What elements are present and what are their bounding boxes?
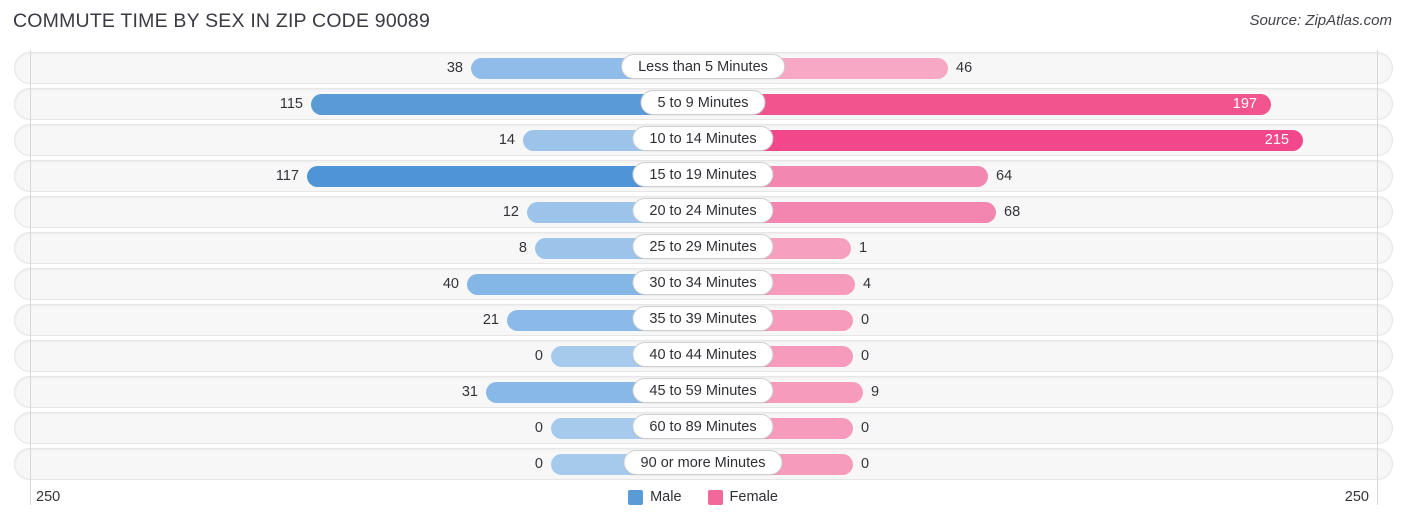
category-label: 90 or more Minutes xyxy=(623,450,783,475)
bar-female xyxy=(703,130,1303,151)
category-label: 60 to 89 Minutes xyxy=(632,414,774,439)
value-male: 38 xyxy=(446,60,463,76)
category-label: 35 to 39 Minutes xyxy=(632,306,774,331)
chart-footer: 250 250 Male Female xyxy=(0,486,1406,523)
value-female: 0 xyxy=(861,348,870,364)
category-label: 30 to 34 Minutes xyxy=(632,270,774,295)
chart-plot-area: 38 46 Less than 5 Minutes 115 197 5 to 9 Minu… xyxy=(0,50,1406,486)
bar-female xyxy=(703,94,1271,115)
value-female: 64 xyxy=(996,168,1013,184)
chart-rows: 38 46 Less than 5 Minutes 115 197 5 to 9 Minu… xyxy=(0,50,1406,482)
table-row: 31 9 45 to 59 Minutes xyxy=(0,374,1406,410)
axis-line-left xyxy=(30,50,31,486)
category-label: Less than 5 Minutes xyxy=(621,54,785,79)
legend-item-female[interactable]: Female xyxy=(707,489,778,505)
page-title: COMMUTE TIME BY SEX IN ZIP CODE 90089 xyxy=(13,10,431,32)
category-label: 5 to 9 Minutes xyxy=(640,90,766,115)
value-female: 0 xyxy=(861,312,870,328)
table-row: 0 0 40 to 44 Minutes xyxy=(0,338,1406,374)
value-female: 197 xyxy=(1232,96,1257,112)
table-row: 115 197 5 to 9 Minutes xyxy=(0,86,1406,122)
legend-swatch-icon xyxy=(628,489,644,505)
value-female: 68 xyxy=(1004,204,1021,220)
value-male: 0 xyxy=(534,348,543,364)
value-male: 0 xyxy=(534,420,543,436)
value-female: 215 xyxy=(1264,132,1289,148)
value-male: 31 xyxy=(461,384,478,400)
source-attribution: Source: ZipAtlas.com xyxy=(1249,12,1392,29)
table-row: 8 1 25 to 29 Minutes xyxy=(0,230,1406,266)
table-row: 14 215 10 to 14 Minutes xyxy=(0,122,1406,158)
value-male: 8 xyxy=(518,240,527,256)
value-male: 0 xyxy=(534,456,543,472)
table-row: 0 0 90 or more Minutes xyxy=(0,446,1406,482)
value-male: 12 xyxy=(502,204,519,220)
chart-legend: Male Female xyxy=(0,489,1406,505)
table-row: 117 64 15 to 19 Minutes xyxy=(0,158,1406,194)
value-female: 46 xyxy=(956,60,973,76)
table-row: 40 4 30 to 34 Minutes xyxy=(0,266,1406,302)
legend-label: Female xyxy=(729,489,778,505)
value-female: 4 xyxy=(863,276,872,292)
category-label: 45 to 59 Minutes xyxy=(632,378,774,403)
legend-swatch-icon xyxy=(707,489,723,505)
value-female: 0 xyxy=(861,456,870,472)
table-row: 38 46 Less than 5 Minutes xyxy=(0,50,1406,86)
axis-line-right xyxy=(1377,50,1378,486)
value-female: 9 xyxy=(871,384,880,400)
table-row: 0 0 60 to 89 Minutes xyxy=(0,410,1406,446)
value-male: 40 xyxy=(442,276,459,292)
value-male: 14 xyxy=(498,132,515,148)
category-label: 25 to 29 Minutes xyxy=(632,234,774,259)
value-female: 0 xyxy=(861,420,870,436)
value-male: 21 xyxy=(482,312,499,328)
value-female: 1 xyxy=(859,240,868,256)
category-label: 15 to 19 Minutes xyxy=(632,162,774,187)
table-row: 21 0 35 to 39 Minutes xyxy=(0,302,1406,338)
legend-label: Male xyxy=(650,489,682,505)
value-male: 115 xyxy=(279,96,303,112)
category-label: 20 to 24 Minutes xyxy=(632,198,774,223)
category-label: 40 to 44 Minutes xyxy=(632,342,774,367)
value-male: 117 xyxy=(275,168,299,184)
legend-item-male[interactable]: Male xyxy=(628,489,682,505)
category-label: 10 to 14 Minutes xyxy=(632,126,774,151)
chart-header: COMMUTE TIME BY SEX IN ZIP CODE 90089 So… xyxy=(0,0,1406,40)
table-row: 12 68 20 to 24 Minutes xyxy=(0,194,1406,230)
